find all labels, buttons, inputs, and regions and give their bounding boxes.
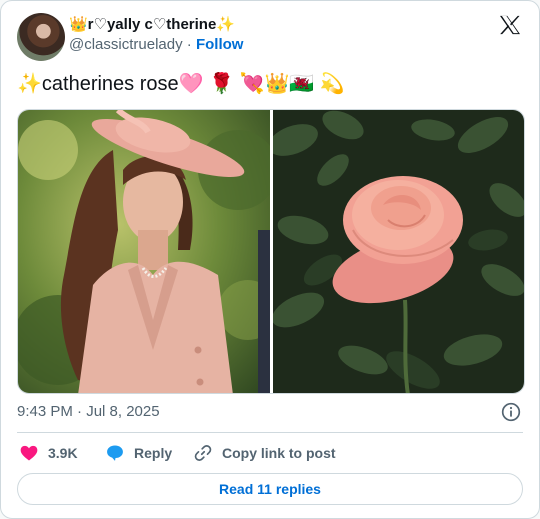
author-info: 👑r♡yally c♡therine✨ @classictruelady · F… bbox=[69, 15, 243, 55]
tweet-header: 👑r♡yally c♡therine✨ @classictruelady · F… bbox=[17, 13, 523, 61]
tweet-timestamp[interactable]: 9:43 PM · Jul 8, 2025 bbox=[17, 402, 160, 422]
separator: · bbox=[186, 36, 192, 53]
avatar[interactable] bbox=[17, 13, 65, 61]
tweet-card: 👑r♡yally c♡therine✨ @classictruelady · F… bbox=[0, 0, 540, 519]
speech-bubble-icon bbox=[107, 445, 123, 461]
divider bbox=[17, 432, 523, 433]
display-name[interactable]: 👑r♡yally c♡therine✨ bbox=[69, 15, 243, 35]
read-replies-button[interactable]: Read 11 replies bbox=[17, 473, 523, 505]
reply-label: Reply bbox=[134, 445, 173, 461]
x-logo-icon[interactable] bbox=[499, 15, 521, 35]
pink-rose-image[interactable] bbox=[273, 110, 525, 394]
heart-icon bbox=[20, 445, 38, 461]
info-icon[interactable] bbox=[501, 402, 521, 422]
handle-row: @classictruelady · Follow bbox=[69, 35, 243, 55]
like-button[interactable]: 3.9K bbox=[19, 441, 78, 465]
tweet-text: ✨catherines rose🩷 🌹 💘👑🏴󠁧󠁢󠁷󠁬󠁳󠁿 💫 bbox=[17, 73, 345, 95]
handle[interactable]: @classictruelady bbox=[69, 36, 183, 53]
reply-button[interactable]: Reply bbox=[105, 441, 172, 465]
action-bar: 3.9K Reply Copy link to post bbox=[17, 441, 523, 465]
woman-in-pink-hat-image[interactable] bbox=[18, 110, 270, 394]
like-count: 3.9K bbox=[48, 445, 78, 461]
follow-link[interactable]: Follow bbox=[196, 36, 244, 53]
copy-link-label: Copy link to post bbox=[222, 445, 336, 461]
copy-link-button[interactable]: Copy link to post bbox=[193, 441, 336, 465]
media-grid[interactable] bbox=[17, 109, 525, 394]
link-icon bbox=[194, 445, 212, 461]
